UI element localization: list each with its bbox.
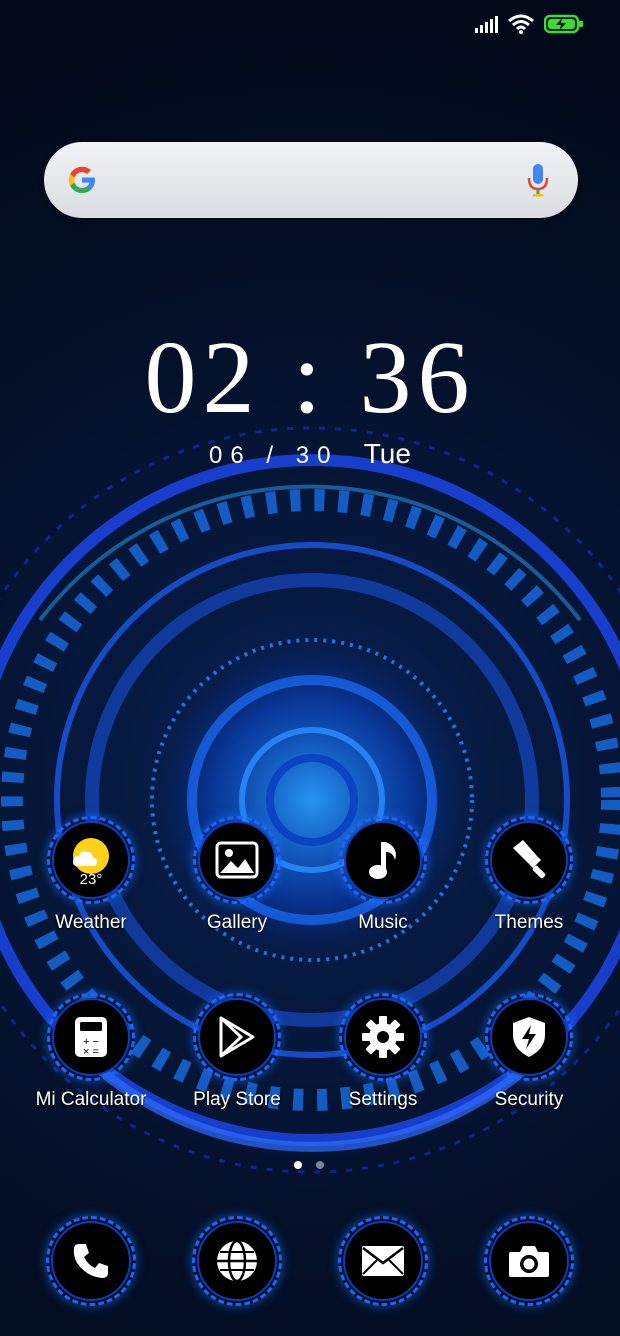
app-music-disc	[344, 821, 422, 899]
dock-phone-ring	[46, 1216, 136, 1306]
google-g-icon	[68, 166, 95, 193]
music-note-icon	[369, 842, 396, 879]
status-bar	[474, 14, 584, 34]
phone-icon	[73, 1244, 108, 1278]
app-gallery[interactable]: Gallery	[162, 816, 312, 934]
dock-browser[interactable]	[162, 1216, 312, 1306]
calculator-icon: + − × =	[75, 1017, 107, 1058]
app-security-disc	[490, 998, 568, 1076]
app-label: Music	[358, 912, 408, 933]
app-label: Security	[494, 1089, 564, 1110]
battery-charging-icon	[544, 14, 583, 34]
app-playstore-disc	[198, 998, 276, 1076]
date-weekday: Tue	[363, 438, 411, 469]
app-label: Themes	[494, 912, 564, 933]
app-weather-disc: 23°	[52, 821, 130, 899]
google-search-bar[interactable]	[44, 142, 578, 218]
weather-temp: 23°	[79, 871, 103, 888]
messages-envelope-icon	[362, 1246, 404, 1276]
dock-browser-disc	[197, 1221, 277, 1301]
date-month-day: 06 / 30	[209, 442, 339, 469]
app-weather-ring: 23°	[47, 816, 135, 904]
app-label: Mi Calculator	[35, 1089, 147, 1110]
app-themes[interactable]: Themes	[454, 816, 604, 934]
dock-camera-ring	[484, 1216, 574, 1306]
wifi-icon	[508, 14, 534, 34]
app-mi-calculator[interactable]: + − × = Mi Calculator	[16, 993, 166, 1111]
page-dot	[316, 1161, 324, 1169]
app-themes-ring	[485, 816, 573, 904]
dock-camera-disc	[489, 1221, 569, 1301]
app-gallery-disc	[198, 821, 276, 899]
app-security[interactable]: Security	[454, 993, 604, 1111]
shield-bolt-icon	[513, 1017, 545, 1057]
browser-globe-icon	[217, 1239, 257, 1283]
page-dot-active	[294, 1161, 302, 1169]
camera-icon	[509, 1246, 549, 1277]
app-playstore-ring	[193, 993, 281, 1081]
clock-time[interactable]: 02 : 36	[0, 318, 620, 437]
app-label: Settings	[348, 1089, 418, 1110]
app-settings-disc	[344, 998, 422, 1076]
svg-text:× =: × =	[83, 1046, 99, 1058]
app-settings[interactable]: Settings	[308, 993, 458, 1111]
clock-date[interactable]: 06 / 30 Tue	[0, 438, 620, 470]
page-indicator	[294, 1161, 324, 1169]
dock-messages-disc	[343, 1221, 423, 1301]
app-settings-ring	[339, 993, 427, 1081]
dock-browser-ring	[192, 1216, 282, 1306]
signal-icon	[475, 16, 498, 33]
dock-messages-ring	[338, 1216, 428, 1306]
app-label: Weather	[55, 912, 127, 933]
app-security-ring	[485, 993, 573, 1081]
app-weather[interactable]: 23° Weather	[16, 816, 166, 934]
play-store-icon	[219, 1016, 255, 1058]
paint-brush-icon	[513, 840, 546, 879]
app-gallery-ring	[193, 816, 281, 904]
gear-icon	[362, 1016, 404, 1058]
gallery-icon	[215, 841, 259, 879]
dock-camera[interactable]	[454, 1216, 604, 1306]
app-label: Play Store	[193, 1089, 281, 1110]
dock-phone-disc	[51, 1221, 131, 1301]
app-calculator-ring: + − × =	[47, 993, 135, 1081]
app-music[interactable]: Music	[308, 816, 458, 934]
app-themes-disc	[490, 821, 568, 899]
app-music-ring	[339, 816, 427, 904]
dock-messages[interactable]	[308, 1216, 458, 1306]
mic-icon[interactable]	[526, 162, 550, 198]
app-calculator-disc: + − × =	[52, 998, 130, 1076]
app-play-store[interactable]: Play Store	[162, 993, 312, 1111]
app-label: Gallery	[206, 912, 268, 933]
dock-phone[interactable]	[16, 1216, 166, 1306]
